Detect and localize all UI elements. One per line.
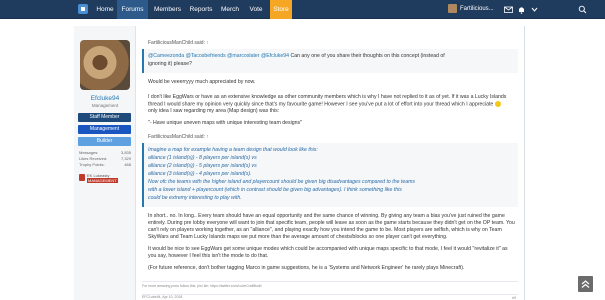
post-number[interactable]: #9: [512, 296, 516, 300]
staff-member-banner: Staff Member: [78, 113, 131, 122]
nav-reports[interactable]: Reports: [186, 0, 216, 19]
para2-line: In short.. no. In long.. Every team shou…: [148, 213, 505, 219]
nav-forums[interactable]: Forums: [117, 0, 148, 19]
quote2-line: Imagine a map for example having a team …: [148, 147, 318, 153]
post-author-title: Management: [91, 103, 119, 108]
site-logo-icon[interactable]: [77, 3, 89, 15]
search-icon[interactable]: [578, 5, 587, 14]
double-chevron-up-icon: [581, 280, 590, 288]
avatar[interactable]: [80, 40, 130, 90]
post-date[interactable]: EFCLuke94, Apr 10, 2018: [142, 295, 182, 299]
feature-quote-line: "- Have unique uneven maps with unique i…: [148, 120, 302, 126]
nav-merch[interactable]: Merch: [218, 0, 242, 19]
para3-line: you say, however I feel this isn't the m…: [148, 253, 269, 259]
stat-trophy: Trophy Points: 468: [79, 162, 131, 167]
user-menu[interactable]: Fartilicious...: [448, 0, 494, 19]
para2-line: SkyWars and Team Lucky Islands maps we p…: [148, 234, 448, 240]
user-avatar-icon: [448, 3, 457, 13]
para4-line: (For future reference, don't bother tagg…: [148, 265, 465, 271]
para2-line: can't rely on players working together, …: [148, 227, 502, 233]
quote2-line: alliance (1 island(s)) - 8 players per i…: [148, 155, 257, 161]
post-footer: EFCLuke94, Apr 10, 2018 #9: [142, 294, 518, 300]
page-margin: [0, 19, 74, 300]
nav-members[interactable]: Members: [150, 0, 185, 19]
para3-line: It would be nice to see EggWars get some…: [148, 246, 508, 252]
post-author-name[interactable]: Efcluke94: [74, 95, 136, 102]
envelope-icon[interactable]: [504, 5, 513, 14]
emoji-icon: [494, 101, 501, 107]
builder-banner: Builder: [78, 137, 131, 146]
management-banner: Management: [78, 125, 131, 134]
quote2-line: alliance (3 island(s)) - 4 players per i…: [148, 171, 252, 177]
quote1-mentions[interactable]: @Cameezonda @Tacosbefriends @marcoslater…: [148, 53, 289, 59]
quote2-line: Now ofc the teams with the higher island…: [148, 179, 416, 185]
para1-line3: only idea I saw regarding my area (Map d…: [148, 108, 280, 114]
role-shield-icon: [79, 174, 85, 181]
top-navigation-bar: Home Forums Members Reports Merch Vote S…: [0, 0, 605, 19]
chevron-down-icon[interactable]: [530, 5, 539, 14]
role-badge: EK Lukeasty MANAGEMENT: [79, 173, 131, 185]
bell-icon[interactable]: [517, 5, 526, 14]
quote2-line: could be extremy interesting to play wit…: [148, 195, 242, 201]
quote2-author[interactable]: FartiliciousManChild said: ↑: [148, 134, 209, 140]
para2-line: entirely. During pre lobby everyone will…: [148, 220, 515, 226]
nav-vote[interactable]: Vote: [244, 0, 268, 19]
para1-line1: I don't like EggWars or have as an exten…: [148, 94, 507, 100]
quote1-line1: @Cameezonda @Tacosbefriends @marcoslater…: [148, 53, 445, 59]
appreciated-line: Would be veeerryyy much appreciated by n…: [148, 79, 256, 85]
quote1-line2: ignoring it) please?: [148, 61, 192, 67]
role-line2: MANAGEMENT: [87, 178, 118, 183]
user-name-label: Fartilicious...: [460, 6, 494, 12]
signature: For more amazing puns follow this, pls! …: [142, 281, 518, 288]
nav-home[interactable]: Home: [93, 0, 117, 19]
nav-store[interactable]: Store: [270, 0, 292, 19]
quote2-line: with a lower island + playercount (which…: [148, 187, 402, 193]
quote1-author[interactable]: FartiliciousManChild said: ↑: [148, 40, 209, 46]
scroll-to-top-button[interactable]: [578, 276, 593, 292]
quote2-line: alliance (2 island(s)) - 5 players per i…: [148, 163, 257, 169]
